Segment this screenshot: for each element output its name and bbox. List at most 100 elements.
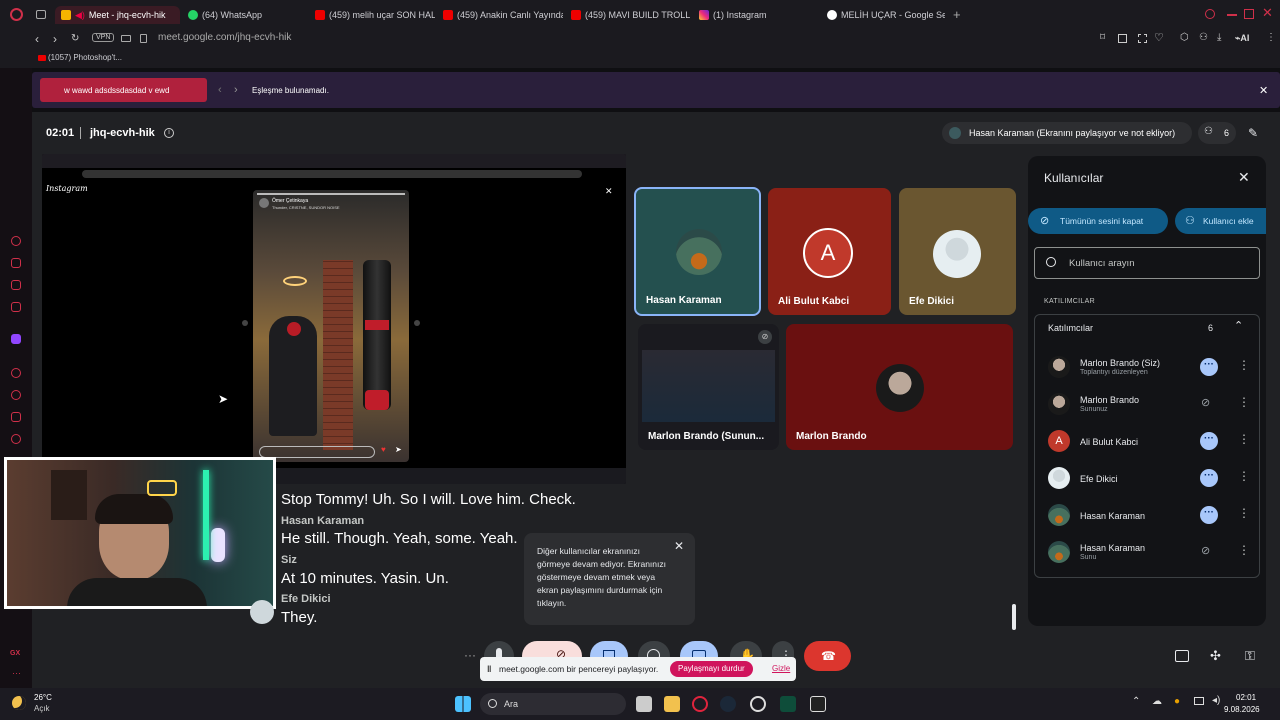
opera-icon[interactable] xyxy=(750,696,766,712)
participant-more-icon[interactable]: ⋮ xyxy=(1238,543,1250,557)
puzzle-icon[interactable]: ⬡ xyxy=(1180,32,1189,43)
shopping-icon[interactable] xyxy=(11,258,21,268)
profile-icon[interactable]: ⚇ xyxy=(1199,32,1208,43)
tile-marlon-brando-presenting[interactable]: ⊘ Marlon Brando (Sunun... xyxy=(638,324,779,450)
leave-call-button[interactable]: ☎ xyxy=(804,641,851,671)
story-reply-box[interactable] xyxy=(259,446,375,458)
story-frame[interactable]: Ömer Çetinkaya Thunder, CRISTNE, SUNDOR … xyxy=(253,190,409,462)
chat-icon[interactable] xyxy=(1175,650,1189,662)
activities-icon[interactable]: ✣ xyxy=(1210,648,1221,664)
audio-playing-icon[interactable]: ◀) xyxy=(75,10,85,21)
menu-icon[interactable]: ⋮ xyxy=(1266,32,1276,43)
settings-icon[interactable] xyxy=(11,434,21,444)
download-icon[interactable]: ⤓ xyxy=(1217,32,1221,43)
story-like-icon[interactable]: ♥ xyxy=(381,445,386,454)
story-close-icon[interactable]: ✕ xyxy=(605,186,613,197)
more-options-left-icon[interactable]: ··· xyxy=(464,648,476,662)
host-controls-icon[interactable]: ⚿ xyxy=(1245,648,1255,664)
screen-share-toast[interactable]: Diğer kullanıcılar ekranınızı görmeye de… xyxy=(524,533,695,625)
url-text[interactable]: meet.google.com/jhq-ecvh-hik xyxy=(158,32,291,43)
tile-efe-dikici[interactable]: Efe Dikici xyxy=(899,188,1016,315)
tab-menu-icon[interactable] xyxy=(36,10,46,19)
extensions-sidebar-icon[interactable] xyxy=(11,412,21,422)
participant-row[interactable]: Marlon Brando (Siz) Toplantıyı düzenleye… xyxy=(1028,349,1266,385)
clock-date[interactable]: 9.08.2026 xyxy=(1224,705,1260,714)
whatsapp-sidebar-icon[interactable] xyxy=(11,302,21,312)
participant-row[interactable]: A Ali Bulut Kabci ··· ⋮ xyxy=(1028,423,1266,459)
minimize-icon[interactable] xyxy=(1227,14,1237,16)
captions-scrollbar[interactable] xyxy=(1012,604,1016,630)
messenger-icon[interactable] xyxy=(11,280,21,290)
stop-sharing-button[interactable]: Paylaşmayı durdur xyxy=(670,661,753,677)
participant-row[interactable]: Efe Dikici ··· ⋮ xyxy=(1028,460,1266,496)
story-prev-icon[interactable] xyxy=(242,320,248,326)
shared-screen[interactable]: Instagram ✕ Ömer Çetinkaya Thunder, CRIS… xyxy=(42,154,626,484)
bookmark-icon[interactable]: ⌑ xyxy=(1100,32,1105,43)
participant-row[interactable]: Hasan Karaman ··· ⋮ xyxy=(1028,497,1266,533)
tab-youtube-3[interactable]: (459) MAVI BUILD TROLL xyxy=(571,6,691,24)
epic-games-icon[interactable] xyxy=(810,696,826,712)
opera-logo-icon[interactable] xyxy=(10,8,23,21)
extensions-icon[interactable] xyxy=(1118,34,1127,43)
history-icon[interactable] xyxy=(11,390,21,400)
new-tab-icon[interactable]: + xyxy=(953,7,961,22)
tile-marlon-brando[interactable]: Marlon Brando xyxy=(786,324,1013,450)
find-next-icon[interactable]: › xyxy=(234,84,238,96)
reload-icon[interactable]: ↻ xyxy=(71,33,79,44)
participant-more-icon[interactable]: ⋮ xyxy=(1238,432,1250,446)
tile-hasan-karaman[interactable]: Hasan Karaman xyxy=(634,187,761,316)
tab-meet[interactable]: ◀) Meet - jhq-ecvh-hik xyxy=(55,6,180,24)
show-hidden-icons[interactable]: ⌃ xyxy=(1132,696,1140,707)
participant-row[interactable]: Hasan Karaman Sunu ⊘ ⋮ xyxy=(1028,534,1266,570)
add-user-button[interactable]: ⚇ Kullanıcı ekle xyxy=(1175,208,1266,234)
maximize-icon[interactable] xyxy=(1244,9,1254,19)
participant-more-icon[interactable]: ⋮ xyxy=(1238,469,1250,483)
twitch-icon[interactable] xyxy=(11,334,21,344)
windows-start-icon[interactable] xyxy=(455,696,471,712)
weather-temp[interactable]: 26°C xyxy=(34,693,52,702)
file-explorer-icon[interactable] xyxy=(664,696,680,712)
meeting-info-icon[interactable]: i xyxy=(164,128,174,138)
player-icon[interactable] xyxy=(11,368,21,378)
story-send-icon[interactable]: ➤ xyxy=(395,445,402,454)
close-panel-icon[interactable]: ✕ xyxy=(1238,169,1250,186)
story-next-icon[interactable] xyxy=(414,320,420,326)
steam-icon[interactable] xyxy=(720,696,736,712)
tray-volume-icon[interactable]: ◂) xyxy=(1212,695,1220,706)
tray-display-icon[interactable] xyxy=(1194,697,1204,705)
participant-more-icon[interactable]: ⋮ xyxy=(1238,506,1250,520)
tab-youtube-2[interactable]: (459) Anakin Canlı Yayında xyxy=(443,6,563,24)
find-prev-icon[interactable]: ‹ xyxy=(218,84,222,96)
tile-ali-bulut-kabci[interactable]: A Ali Bulut Kabci xyxy=(768,188,891,315)
tab-whatsapp[interactable]: (64) WhatsApp xyxy=(188,6,308,24)
find-close-icon[interactable]: ✕ xyxy=(1259,84,1268,97)
hide-notice-button[interactable]: Gizle xyxy=(772,664,790,673)
weather-desc[interactable]: Açık xyxy=(34,704,50,713)
participants-group-header[interactable]: Katılımcılar 6 ⌃ xyxy=(1034,314,1260,342)
participants-badge[interactable]: ⚇ 6 xyxy=(1198,122,1236,144)
annotate-icon[interactable]: ✎ xyxy=(1248,126,1258,140)
toast-close-icon[interactable]: ✕ xyxy=(674,539,684,553)
mute-all-button[interactable]: ⊘ Tümünün sesini kapat xyxy=(1028,208,1168,234)
camera-icon[interactable] xyxy=(121,35,131,42)
tray-cloud-icon[interactable]: ☁ xyxy=(1152,696,1162,707)
tab-google[interactable]: MELİH UÇAR - Google Sea xyxy=(827,6,945,24)
aria-sidebar-icon[interactable] xyxy=(11,236,21,246)
app-icon[interactable] xyxy=(780,696,796,712)
participant-more-icon[interactable]: ⋮ xyxy=(1238,358,1250,372)
back-icon[interactable]: ‹ xyxy=(35,32,39,46)
tray-mic-icon[interactable]: ● xyxy=(1174,696,1180,707)
tab-youtube-1[interactable]: (459) melih uçar SON HAL xyxy=(315,6,435,24)
aria-ai-button[interactable]: ⌁AI xyxy=(1235,33,1249,44)
clock-time[interactable]: 02:01 xyxy=(1236,693,1256,702)
bookmark-photoshop[interactable]: (1057) Photoshop't... xyxy=(48,53,122,62)
heart-icon[interactable]: ♡ xyxy=(1154,31,1164,44)
user-search-field[interactable]: Kullanıcı arayın xyxy=(1034,247,1260,279)
opera-gx-icon[interactable] xyxy=(692,696,708,712)
vpn-badge[interactable]: VPN xyxy=(92,33,115,42)
taskbar-search[interactable]: Ara xyxy=(480,693,626,715)
snapshot-icon[interactable] xyxy=(1138,34,1147,43)
tab-instagram[interactable]: (1) Instagram xyxy=(699,6,819,24)
find-input[interactable]: w wawd adsdssdasdad v ewd xyxy=(40,78,207,102)
close-window-icon[interactable]: ✕ xyxy=(1262,5,1273,21)
